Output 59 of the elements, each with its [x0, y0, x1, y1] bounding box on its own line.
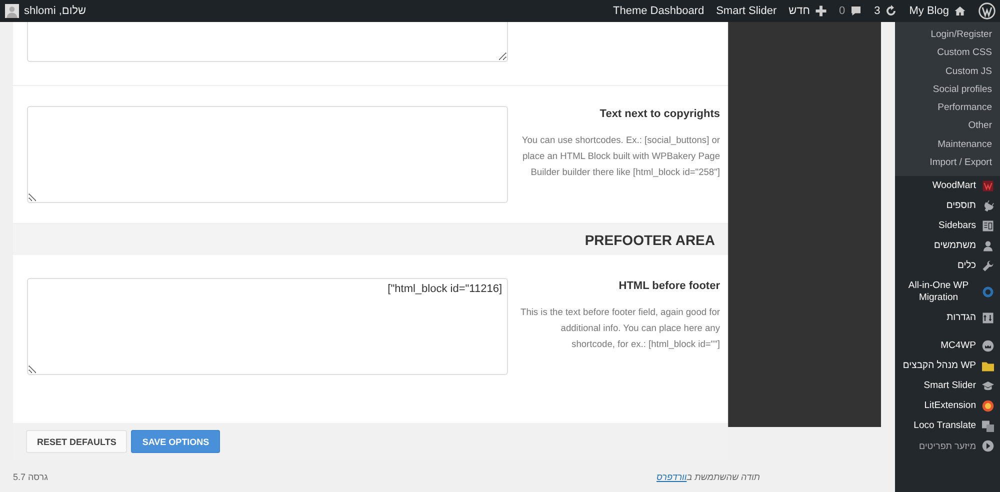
site-link[interactable]: My Blog	[909, 5, 966, 17]
menu-icon	[982, 440, 994, 452]
submenu-item[interactable]: Custom CSS	[937, 44, 1000, 63]
submenu-item[interactable]: Maintenance	[938, 136, 1000, 154]
menu-icon	[982, 180, 994, 192]
menu-item[interactable]: משתמשים	[895, 236, 1000, 256]
text-area[interactable]: [html_block id="11216"]	[27, 278, 508, 375]
menu-item[interactable]: All-in-One WP Migration	[895, 276, 1000, 308]
menu-icon	[982, 240, 994, 252]
submenu-item[interactable]: Import / Export	[930, 154, 1000, 172]
field-description: You can use shortcodes. Ex.: [social_buttons] or place an HTML Block built with WPBakery Page Builder builder there like [html_block id="258"]	[520, 134, 720, 179]
text-area[interactable]	[27, 22, 508, 62]
footer-thanks: תודה שהשתמשת בוורדפרס	[656, 472, 760, 482]
menu-item[interactable]: WoodMart	[895, 176, 1000, 196]
version-text: גרסה 5.7	[13, 472, 48, 482]
updates-link[interactable]: 3	[874, 5, 898, 17]
menu-icon	[982, 200, 994, 212]
menu-icon	[982, 420, 994, 432]
toolbar-link[interactable]: Smart Slider	[716, 5, 777, 17]
menu-item[interactable]: MC4WP	[895, 336, 1000, 356]
submenu-item[interactable]: Other	[968, 117, 1000, 136]
menu-item[interactable]: הגדרות	[895, 308, 1000, 328]
menu-icon	[982, 380, 994, 392]
wordpress-logo-icon[interactable]	[978, 2, 996, 20]
menu-icon	[982, 312, 994, 324]
menu-icon	[982, 220, 994, 232]
home-icon	[954, 5, 966, 17]
menu-icon	[982, 340, 994, 352]
menu-item[interactable]: מיזער תפריטים	[895, 436, 1000, 456]
submenu-item[interactable]: Login/Register	[930, 26, 1000, 44]
menu-item[interactable]: Sidebars	[895, 216, 1000, 236]
menu-item[interactable]: Loco Translate	[895, 416, 1000, 436]
toolbar-link[interactable]: Theme Dashboard	[612, 5, 704, 17]
text-area[interactable]	[27, 106, 508, 203]
field-description: This is the text before footer field, again good for additional info. You can place here any shortcode, for ex.: [html_block id=""]	[520, 306, 720, 351]
menu-item[interactable]: WP מנהל הקבצים	[895, 356, 1000, 376]
menu-icon	[982, 360, 994, 372]
wordpress-link[interactable]: וורדפרס	[656, 472, 687, 482]
avatar-icon	[5, 4, 19, 18]
plus-icon	[815, 5, 827, 17]
menu-item[interactable]: כלים	[895, 256, 1000, 276]
menu-icon	[982, 260, 994, 272]
refresh-icon	[885, 5, 898, 17]
section-title: PREFOOTER AREA	[584, 232, 715, 248]
field-label: Text next to copyrights	[598, 108, 720, 120]
user-menu[interactable]: שלום, shlomi	[0, 4, 86, 18]
field-label: HTML before footer	[618, 280, 720, 292]
submenu-item[interactable]: Custom JS	[946, 62, 1000, 81]
menu-icon	[982, 400, 994, 412]
menu-icon	[982, 286, 994, 298]
submenu-item[interactable]: Performance	[938, 99, 1000, 118]
action-button[interactable]: RESET DEFAULTS	[26, 430, 128, 453]
new-link[interactable]: חדש	[788, 5, 827, 17]
menu-item[interactable]: Smart Slider	[895, 376, 1000, 396]
menu-item[interactable]: תוספים	[895, 196, 1000, 216]
menu-item[interactable]: LitExtension	[895, 396, 1000, 416]
submenu-item[interactable]: Social profiles	[932, 80, 1000, 100]
comments-link[interactable]: 0	[839, 5, 862, 17]
comment-icon	[850, 5, 862, 17]
